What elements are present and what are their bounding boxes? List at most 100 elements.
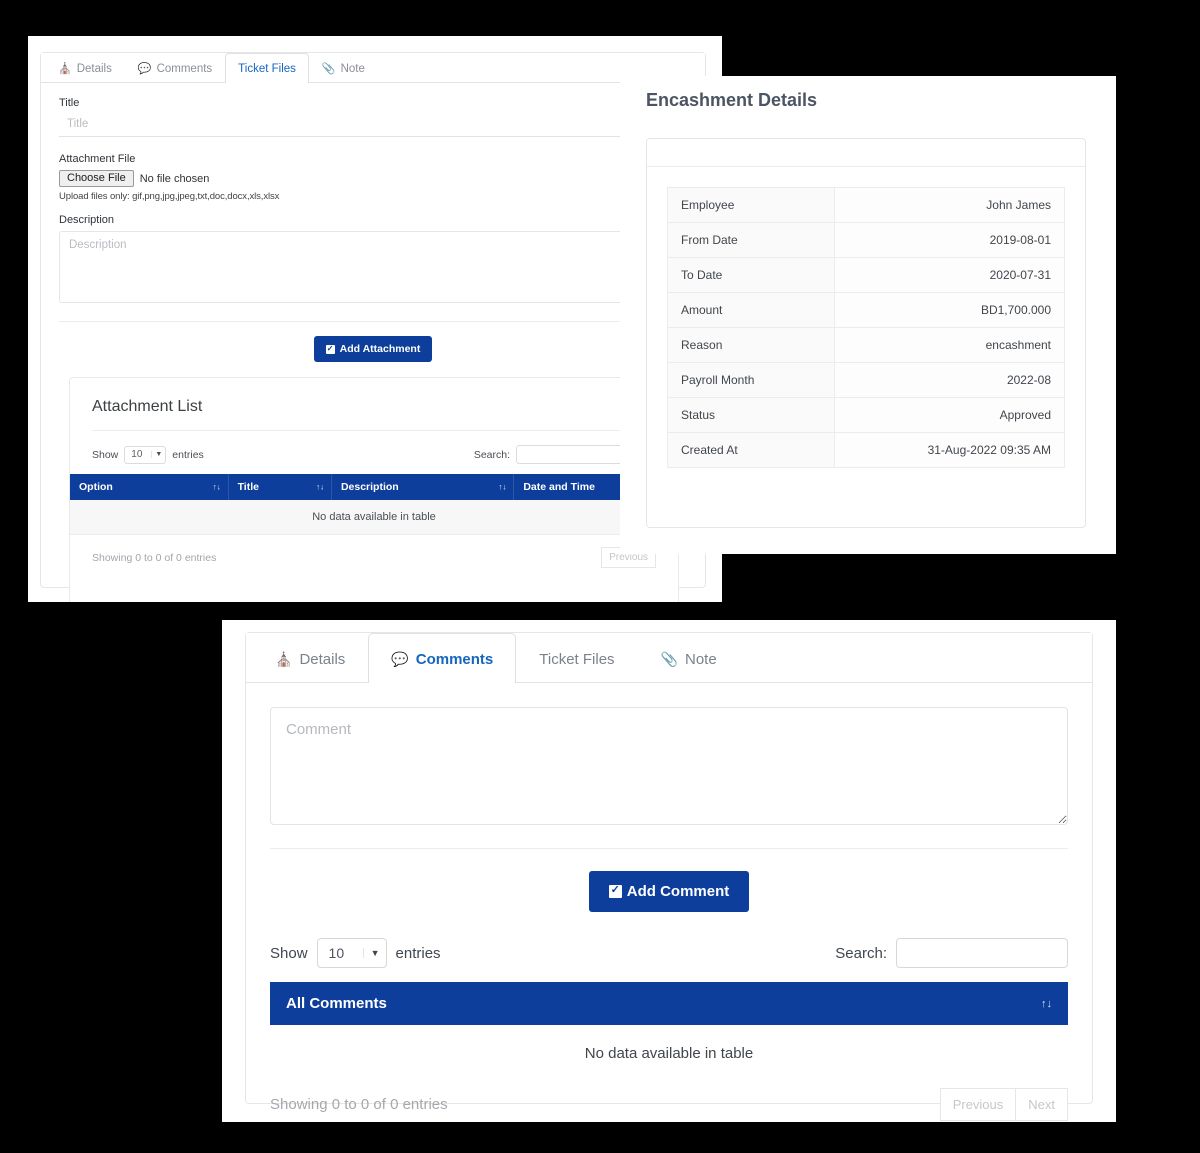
- attachment-table-footer: Showing 0 to 0 of 0 entries Previous: [70, 535, 678, 568]
- add-attachment-button[interactable]: ✓ Add Attachment: [313, 336, 433, 362]
- attachment-table-head: Option ↑↓ Title ↑↓ Description ↑↓ Date a…: [70, 474, 678, 500]
- choose-file-button[interactable]: Choose File: [59, 170, 134, 187]
- row-key: Amount: [667, 292, 835, 328]
- comments-table-footer: Showing 0 to 0 of 0 entries Previous Nex…: [246, 1080, 1092, 1121]
- sort-icon: ↑↓: [315, 482, 324, 492]
- attachment-search-label: Search:: [473, 448, 510, 461]
- tab-ticket-files-label: Ticket Files: [238, 63, 296, 75]
- title-input[interactable]: [59, 114, 687, 137]
- attachment-file-label: Attachment File: [59, 153, 136, 165]
- attachment-header-row: Option ↑↓ Title ↑↓ Description ↑↓ Date a…: [70, 474, 678, 500]
- table-row: From Date 2019-08-01: [667, 222, 1066, 258]
- column-title-label: Title: [237, 481, 259, 493]
- attachment-entries-label: entries: [172, 448, 204, 461]
- attachment-page-size-select[interactable]: 10 ▼: [124, 445, 167, 464]
- chevron-down-icon: ▼: [151, 451, 162, 458]
- comment-icon: 💬: [137, 62, 152, 75]
- comments-tab-strip: ⛪ Details 💬 Comments Ticket Files 📎 Note: [246, 633, 1092, 683]
- tab-note-label: Note: [340, 63, 365, 75]
- add-comment-row: ✓ Add Comment: [270, 849, 1068, 916]
- attachment-showing-text: Showing 0 to 0 of 0 entries: [92, 551, 217, 564]
- comments-show-entries: Show 10 ▼ entries: [270, 938, 441, 968]
- home-icon: ⛪: [275, 651, 293, 667]
- add-attachment-label: Add Attachment: [339, 343, 421, 355]
- comments-table-header-label: All Comments: [286, 995, 387, 1012]
- row-value: 31-Aug-2022 09:35 AM: [833, 432, 1066, 468]
- paperclip-icon: 📎: [660, 651, 678, 667]
- tab-comments[interactable]: 💬 Comments: [125, 53, 225, 83]
- comments-search-input[interactable]: [896, 938, 1068, 968]
- tab-ticket-files[interactable]: Ticket Files: [516, 633, 637, 683]
- row-value: John James: [833, 187, 1066, 223]
- description-textarea[interactable]: [59, 231, 687, 303]
- sort-icon: ↑↓: [1041, 997, 1052, 1010]
- tab-note-label: Note: [684, 651, 717, 668]
- comment-form: ✓ Add Comment: [246, 683, 1092, 916]
- column-option[interactable]: Option ↑↓: [70, 474, 229, 500]
- table-row: Payroll Month 2022-08: [667, 362, 1066, 398]
- ticket-files-panel: ⛪ Details 💬 Comments Ticket Files 📎 Note…: [40, 52, 706, 602]
- tab-details[interactable]: ⛪ Details: [45, 53, 125, 83]
- comments-table-header[interactable]: All Comments ↑↓: [270, 982, 1068, 1025]
- comments-previous-button[interactable]: Previous: [939, 1088, 1017, 1121]
- tab-ticket-files[interactable]: Ticket Files: [225, 53, 309, 83]
- row-key: Status: [667, 397, 835, 433]
- row-value: BD1,700.000: [833, 292, 1066, 328]
- encashment-page-title: Encashment Details: [646, 90, 818, 110]
- attachment-table: Option ↑↓ Title ↑↓ Description ↑↓ Date a…: [70, 474, 678, 535]
- row-value: 2022-08: [833, 362, 1066, 398]
- row-value: 2019-08-01: [833, 222, 1066, 258]
- comments-showing-text: Showing 0 to 0 of 0 entries: [270, 1096, 448, 1113]
- row-value: Approved: [833, 397, 1066, 433]
- row-key: To Date: [667, 257, 835, 293]
- attachment-list-heading: Attachment List: [92, 398, 203, 415]
- description-label: Description: [59, 214, 115, 226]
- file-status-text: No file chosen: [139, 172, 210, 185]
- column-title[interactable]: Title ↑↓: [228, 474, 332, 500]
- table-row: No data available in table: [70, 500, 678, 535]
- tab-details-label: Details: [299, 651, 346, 668]
- row-key: Payroll Month: [667, 362, 835, 398]
- tab-details[interactable]: ⛪ Details: [252, 633, 368, 683]
- home-icon: ⛪: [58, 62, 72, 75]
- comments-next-button[interactable]: Next: [1016, 1088, 1068, 1121]
- comments-search-label: Search:: [835, 944, 887, 962]
- column-description-label: Description: [340, 481, 399, 493]
- title-label: Title: [59, 97, 80, 109]
- table-row: Created At 31-Aug-2022 09:35 AM: [667, 432, 1066, 468]
- tab-comments[interactable]: 💬 Comments: [368, 633, 517, 683]
- table-row: Status Approved: [667, 397, 1066, 433]
- ticket-tab-strip: ⛪ Details 💬 Comments Ticket Files 📎 Note: [41, 53, 705, 83]
- tab-comments-label: Comments: [156, 63, 213, 75]
- comments-empty-message: No data available in table: [584, 1045, 754, 1062]
- tab-comments-label: Comments: [415, 651, 494, 668]
- comment-textarea[interactable]: [270, 707, 1068, 825]
- upload-hint-text: Upload files only: gif,png,jpg,jpeg,txt,…: [59, 191, 280, 202]
- comments-show-label: Show: [270, 944, 308, 962]
- comments-page-size-select[interactable]: 10 ▼: [316, 938, 387, 968]
- chevron-down-icon: ▼: [362, 948, 380, 958]
- column-date-and-time-label: Date and Time: [523, 481, 595, 493]
- tab-note[interactable]: 📎 Note: [309, 53, 378, 83]
- row-value: 2020-07-31: [833, 257, 1066, 293]
- comments-entries-label: entries: [395, 944, 441, 962]
- encashment-details-card: Encashment Details Employee John James F…: [620, 76, 1116, 554]
- row-key: Created At: [667, 432, 835, 468]
- attachment-table-controls: Show 10 ▼ entries Search:: [70, 431, 678, 474]
- comments-table-controls: Show 10 ▼ entries Search:: [246, 916, 1092, 982]
- table-row: Amount BD1,700.000: [667, 292, 1066, 328]
- tab-note[interactable]: 📎 Note: [638, 633, 740, 683]
- column-description[interactable]: Description ↑↓: [331, 474, 515, 500]
- row-key: From Date: [667, 222, 835, 258]
- comments-search-group: Search:: [835, 938, 1068, 968]
- attachment-form: Title Attachment File Choose File No fil…: [41, 83, 705, 378]
- ticket-files-card: ⛪ Details 💬 Comments Ticket Files 📎 Note…: [28, 36, 722, 602]
- comments-card: ⛪ Details 💬 Comments Ticket Files 📎 Note: [222, 620, 1116, 1122]
- encashment-panel-header: [647, 139, 1085, 167]
- checkbox-icon: ✓: [325, 343, 335, 354]
- encashment-table-body: Employee John James From Date 2019-08-01…: [667, 187, 1066, 468]
- table-row: Employee John James: [667, 187, 1066, 223]
- add-comment-button[interactable]: ✓ Add Comment: [588, 871, 750, 912]
- tab-ticket-files-label: Ticket Files: [539, 651, 615, 668]
- tab-details-label: Details: [76, 63, 112, 75]
